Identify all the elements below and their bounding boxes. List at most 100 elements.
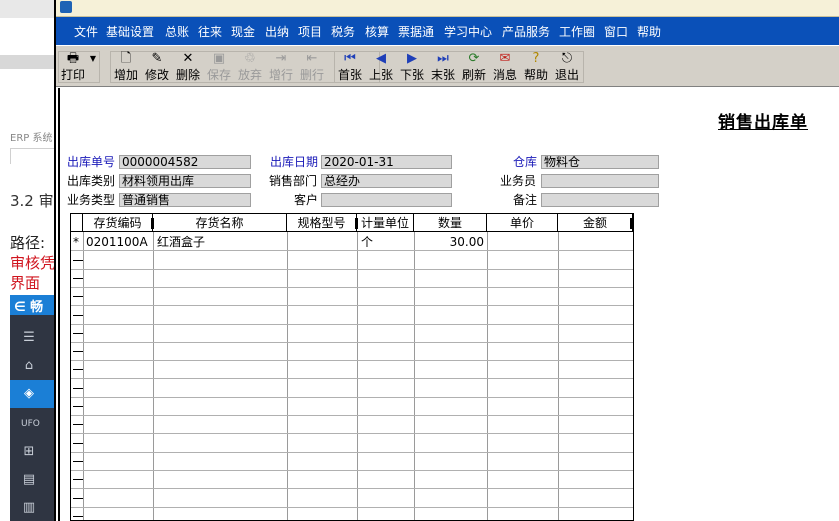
help-button[interactable]: ? 帮助 <box>521 50 551 84</box>
menu-ledger[interactable]: 总账 <box>165 23 189 40</box>
menu-bill-service[interactable]: 票据通 <box>398 23 434 40</box>
row-header-mark <box>73 498 83 499</box>
sales-outbound-window: 文件 基础设置 总账 往来 现金 出纳 项目 税务 核算 票据通 学习中心 产品… <box>54 0 839 521</box>
cell-name[interactable]: 红酒盒子 <box>157 234 205 250</box>
column-header-unit[interactable]: 计量单位 <box>357 214 414 232</box>
menu-tax[interactable]: 税务 <box>331 23 355 40</box>
edit-button[interactable]: ✎ 修改 <box>142 50 172 84</box>
column-resize-handle[interactable] <box>630 218 633 229</box>
row-header-mark <box>73 315 83 316</box>
menu-transactions[interactable]: 往来 <box>198 23 222 40</box>
menu-basic-settings[interactable]: 基础设置 <box>106 23 154 40</box>
menu-cashier[interactable]: 出纳 <box>265 23 289 40</box>
refresh-icon: ⟳ <box>468 51 480 66</box>
column-resize-handle[interactable] <box>355 218 358 229</box>
column-header-qty[interactable]: 数量 <box>414 214 487 232</box>
menu-learning-center[interactable]: 学习中心 <box>444 23 492 40</box>
app-logo: ∈ 畅 <box>14 300 44 315</box>
column-resize-handle[interactable] <box>151 218 154 229</box>
next-record-icon: ▶ <box>407 51 417 66</box>
doc-no-field[interactable]: 0000004582 <box>119 155 251 169</box>
message-icon: ✉ <box>499 51 511 66</box>
grid-hline <box>71 250 633 251</box>
salesman-label: 业务员 <box>500 174 537 188</box>
grid-add-icon[interactable]: ⊞ <box>21 444 37 460</box>
remark-field[interactable] <box>541 193 659 207</box>
biz-type-field[interactable]: 普通销售 <box>119 193 251 207</box>
message-button[interactable]: ✉ 消息 <box>490 50 520 84</box>
category-field[interactable]: 材料领用出库 <box>119 174 251 188</box>
grid-hline <box>71 470 633 471</box>
grid-vline <box>153 214 154 520</box>
home-icon[interactable]: ⌂ <box>21 358 37 374</box>
column-header-name[interactable]: 存货名称 <box>153 214 287 232</box>
column-header-spec[interactable]: 规格型号 <box>287 214 357 232</box>
menu-help[interactable]: 帮助 <box>637 23 661 40</box>
menu-icon[interactable]: ☰ <box>21 330 37 346</box>
dept-field[interactable]: 总经办 <box>321 174 452 188</box>
grid-hline <box>71 397 633 398</box>
customer-field[interactable] <box>321 193 452 207</box>
bg-path-text: 路径: <box>10 234 46 252</box>
ufo-icon[interactable]: UFO <box>21 416 40 432</box>
abandon-button[interactable]: ♲ 放弃 <box>235 50 265 84</box>
menu-file[interactable]: 文件 <box>74 23 98 40</box>
grid-hline <box>71 342 633 343</box>
menu-product-service[interactable]: 产品服务 <box>502 23 550 40</box>
previous-button[interactable]: ◀ 上张 <box>366 50 396 84</box>
title-bar <box>56 0 839 17</box>
salesman-field[interactable] <box>541 174 659 188</box>
menu-project[interactable]: 项目 <box>298 23 322 40</box>
add-button[interactable]: 🗋 增加 <box>111 50 141 84</box>
save-button[interactable]: ▣ 保存 <box>204 50 234 84</box>
cube-icon[interactable]: ◈ <box>21 386 37 402</box>
menu-accounting[interactable]: 核算 <box>365 23 389 40</box>
row-header-mark <box>73 351 83 352</box>
help-question-icon: ? <box>532 51 540 66</box>
warehouse-field[interactable]: 物料仓 <box>541 155 659 169</box>
cell-code[interactable]: 0201100A <box>86 234 148 250</box>
grid-vline <box>558 214 559 520</box>
print-dropdown-button[interactable]: ▼ <box>88 50 98 84</box>
add-row-button[interactable]: ⇥ 增行 <box>266 50 296 84</box>
row-header-mark <box>73 388 83 389</box>
new-document-icon: 🗋 <box>120 51 132 66</box>
refresh-button[interactable]: ⟳ 刷新 <box>459 50 489 84</box>
customer-label: 客户 <box>294 193 319 207</box>
grid-hline <box>71 378 633 379</box>
grid-vline <box>357 214 358 520</box>
first-record-icon: ⏮ <box>344 51 356 66</box>
first-button[interactable]: ⏮ 首张 <box>335 50 365 84</box>
exit-button[interactable]: ⎋ 退出 <box>552 50 582 84</box>
grid-hline <box>71 269 633 270</box>
cell-qty[interactable]: 30.00 <box>414 234 484 250</box>
dept-label: 销售部门 <box>269 174 318 188</box>
doc-no-label: 出库单号 <box>67 155 116 169</box>
menu-window[interactable]: 窗口 <box>604 23 628 40</box>
print-button[interactable]: 🖶 打印 <box>58 50 88 84</box>
grid-vline <box>83 214 84 520</box>
column-header-price[interactable]: 单价 <box>487 214 558 232</box>
card-icon[interactable]: ▤ <box>21 472 37 488</box>
book-icon[interactable]: ▥ <box>21 500 37 516</box>
column-header-code[interactable]: 存货编码 <box>83 214 153 232</box>
last-button[interactable]: ⏭ 末张 <box>428 50 458 84</box>
menu-work-circle[interactable]: 工作圈 <box>559 23 595 40</box>
delete-row-button[interactable]: ⇤ 删行 <box>297 50 327 84</box>
delete-button[interactable]: ✕ 删除 <box>173 50 203 84</box>
row-header-mark <box>73 461 83 462</box>
cell-unit[interactable]: 个 <box>361 234 373 250</box>
edit-icon: ✎ <box>151 51 163 66</box>
next-button[interactable]: ▶ 下张 <box>397 50 427 84</box>
grid-hline <box>71 324 633 325</box>
row-header-mark <box>73 296 83 297</box>
biz-type-label: 业务类型 <box>67 193 116 207</box>
column-header-amount[interactable]: 金额 <box>558 214 633 232</box>
save-disk-icon: ▣ <box>212 51 226 66</box>
date-field[interactable]: 2020-01-31 <box>321 155 452 169</box>
menu-cash[interactable]: 现金 <box>231 23 255 40</box>
grid-hline <box>71 433 633 434</box>
grid-hline <box>71 507 633 508</box>
bg-divider <box>10 148 54 149</box>
delete-row-icon: ⇤ <box>306 51 318 66</box>
